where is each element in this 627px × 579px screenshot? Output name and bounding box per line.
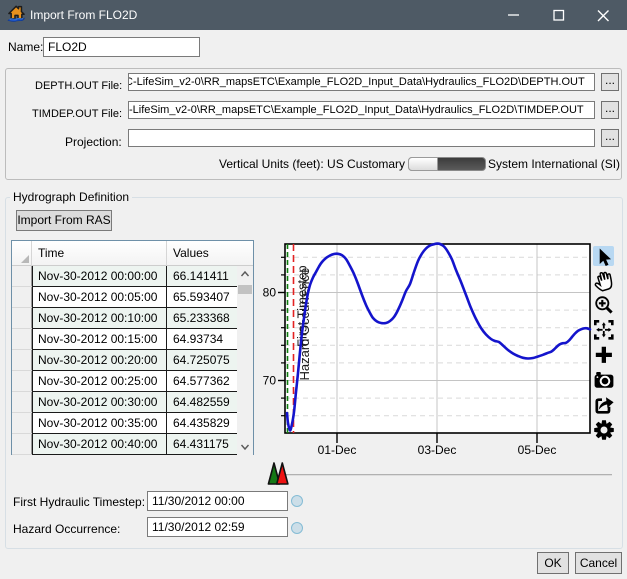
svg-text:70: 70 — [263, 374, 277, 388]
svg-text:05-Dec: 05-Dec — [518, 443, 557, 457]
svg-text:03-Dec: 03-Dec — [418, 443, 457, 457]
svg-text:80: 80 — [263, 286, 277, 300]
svg-text:01-Dec: 01-Dec — [318, 443, 357, 457]
